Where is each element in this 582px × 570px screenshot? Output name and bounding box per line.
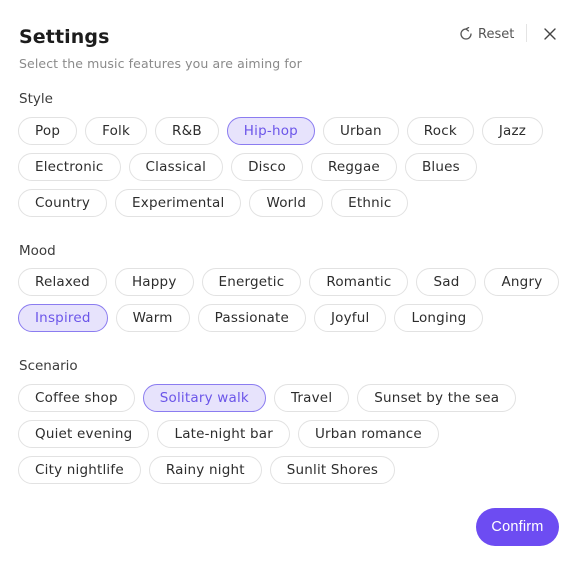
mood-option-chip[interactable]: Happy [114,268,194,296]
confirm-button[interactable]: Confirm [476,508,559,546]
mood-option-chip[interactable]: Longing [394,304,484,332]
scenario-option-chip[interactable]: Urban romance [297,420,439,448]
scenario-options: Coffee shop Solitary walk Travel Sunset by … [18,384,568,484]
style-option-chip[interactable]: Blues [404,153,477,181]
style-options: Pop Folk R&B Hip-hop Urban Rock Jazz Electronic… [18,117,568,217]
style-option-chip[interactable]: Rock [406,117,474,145]
style-option-chip[interactable]: Jazz [481,117,544,145]
scenario-option-chip[interactable]: Late-night bar [157,420,290,448]
mood-option-chip[interactable]: Relaxed [18,268,107,296]
style-option-chip[interactable]: Country [18,189,108,217]
style-option-chip[interactable]: R&B [155,117,219,145]
reset-label: Reset [478,26,515,42]
style-option-chip[interactable]: Hip-hop [226,117,315,145]
scenario-option-chip[interactable]: Sunlit Shores [269,456,396,484]
settings-dialog: Settings Select the music features you a… [0,0,582,570]
style-option-chip[interactable]: Urban [322,117,399,145]
style-option-chip[interactable]: Disco [231,153,303,181]
mood-option-chip[interactable]: Joyful [313,304,387,332]
scenario-option-chip[interactable]: Travel [273,384,350,412]
scenario-option-chip[interactable]: Coffee shop [18,384,135,412]
style-option-chip[interactable]: Folk [85,117,148,145]
page-title: Settings [19,26,110,48]
mood-option-chip[interactable]: Inspired [18,304,108,332]
style-section-label: Style [19,91,53,107]
style-option-chip[interactable]: Classical [128,153,224,181]
style-option-chip[interactable]: Ethnic [331,189,409,217]
reset-button[interactable]: Reset [459,25,514,43]
mood-option-chip[interactable]: Passionate [197,304,306,332]
scenario-option-chip[interactable]: City nightlife [18,456,141,484]
scenario-option-chip[interactable]: Solitary walk [142,384,266,412]
style-option-chip[interactable]: Pop [18,117,78,145]
scenario-option-chip[interactable]: Sunset by the sea [357,384,517,412]
scenario-option-chip[interactable]: Quiet evening [18,420,150,448]
mood-option-chip[interactable]: Energetic [201,268,302,296]
page-subtitle: Select the music features you are aiming… [19,56,302,71]
mood-option-chip[interactable]: Warm [115,304,190,332]
mood-section-label: Mood [19,243,56,259]
header-divider [526,24,527,42]
scenario-option-chip[interactable]: Rainy night [148,456,262,484]
style-option-chip[interactable]: Reggae [310,153,397,181]
reset-icon [459,27,473,41]
style-option-chip[interactable]: Experimental [115,189,242,217]
style-option-chip[interactable]: World [249,189,324,217]
style-option-chip[interactable]: Electronic [18,153,121,181]
mood-options: Relaxed Happy Energetic Romantic Sad Angry Ins… [18,268,568,332]
mood-option-chip[interactable]: Angry [484,268,560,296]
mood-option-chip[interactable]: Romantic [309,268,409,296]
close-icon [544,28,556,40]
close-button[interactable] [541,25,559,43]
mood-option-chip[interactable]: Sad [416,268,477,296]
scenario-section-label: Scenario [19,358,78,374]
